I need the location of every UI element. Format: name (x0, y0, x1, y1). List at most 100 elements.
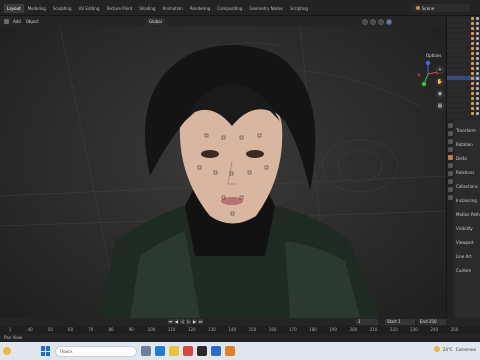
properties-section[interactable]: Rotation (456, 142, 473, 147)
visibility-eye-icon[interactable] (476, 87, 479, 90)
timeline-ruler[interactable]: 1 40 50 60 70 80 90 100 110 120 130 140 150 160 170 180… (0, 326, 480, 334)
top-menu-bar: Layout Modeling Sculpting UV Editing Texture… (0, 0, 480, 16)
jump-start-icon[interactable]: ⏮ (168, 319, 173, 324)
properties-section[interactable]: Custom (456, 268, 471, 273)
outliner-row[interactable] (447, 111, 480, 116)
data-tab-icon[interactable] (448, 187, 453, 192)
status-text: Pan View (4, 335, 22, 340)
object-tab-icon[interactable] (448, 155, 453, 160)
3d-viewport[interactable]: Options + ✋ ◉ ▦ (0, 26, 446, 318)
edge-icon[interactable] (155, 346, 165, 356)
weather-tray-icon (433, 346, 440, 352)
visibility-eye-icon[interactable] (476, 17, 479, 20)
workspace-tab[interactable]: UV Editing (76, 4, 103, 13)
visibility-eye-icon[interactable] (476, 77, 479, 80)
workspace-tab[interactable]: Rendering (187, 4, 213, 13)
visibility-eye-icon[interactable] (476, 62, 479, 65)
visibility-eye-icon[interactable] (476, 32, 479, 35)
scene-label: Scene (422, 5, 435, 11)
transform-orientation-dropdown[interactable]: Global (146, 18, 165, 25)
workspace-tab[interactable]: Texture Paint (103, 4, 135, 13)
chrome-icon[interactable] (183, 346, 193, 356)
visibility-eye-icon[interactable] (476, 57, 479, 60)
visibility-eye-icon[interactable] (476, 47, 479, 50)
taskbar-search-input[interactable]: Поиск (55, 345, 137, 357)
workspace-tab[interactable]: Shading (136, 4, 158, 13)
zoom-icon[interactable]: + (436, 66, 444, 74)
end-frame-field[interactable]: End 250 (418, 319, 446, 325)
properties-section[interactable]: Transform (456, 128, 476, 133)
app-icon[interactable] (197, 346, 207, 356)
render-tab-icon[interactable] (448, 131, 453, 136)
object-icon (471, 17, 474, 20)
editor-type-icon[interactable] (4, 18, 9, 24)
output-tab-icon[interactable] (448, 139, 453, 144)
scene-icon (416, 6, 420, 10)
pan-hand-icon[interactable]: ✋ (436, 78, 444, 86)
jump-end-icon[interactable]: ⏭ (198, 319, 203, 324)
options-dropdown[interactable]: Options (426, 53, 441, 58)
workspace-tabs: Layout Modeling Sculpting UV Editing Texture… (0, 0, 312, 16)
visibility-eye-icon[interactable] (476, 102, 479, 105)
visibility-eye-icon[interactable] (476, 97, 479, 100)
physics-tab-icon[interactable] (448, 171, 453, 176)
solid-shading-icon[interactable] (370, 18, 376, 25)
visibility-eye-icon[interactable] (476, 72, 479, 75)
prev-key-icon[interactable]: ◀ (174, 319, 179, 324)
task-view-icon[interactable] (141, 346, 151, 356)
properties-section[interactable]: Visibility (456, 226, 473, 231)
search-placeholder: Поиск (60, 348, 73, 354)
workspace-tab[interactable]: Geometry Nodes (246, 4, 286, 13)
properties-section[interactable]: Collections (456, 184, 478, 189)
constraint-tab-icon[interactable] (448, 179, 453, 184)
store-icon[interactable] (211, 346, 221, 356)
workspace-tab[interactable]: Scripting (287, 4, 311, 13)
visibility-eye-icon[interactable] (476, 22, 479, 25)
object-icon (471, 27, 474, 30)
visibility-eye-icon[interactable] (476, 27, 479, 30)
orientation-label: Global (149, 19, 162, 24)
current-frame-field[interactable]: 1 (356, 319, 378, 325)
visibility-eye-icon[interactable] (476, 107, 479, 110)
material-shading-icon[interactable] (378, 18, 384, 25)
object-menu[interactable]: Object (26, 19, 39, 24)
visibility-eye-icon[interactable] (476, 82, 479, 85)
object-icon (471, 77, 474, 80)
visibility-eye-icon[interactable] (476, 52, 479, 55)
blender-icon[interactable] (225, 346, 235, 356)
weather-widget[interactable] (3, 347, 11, 355)
properties-section[interactable]: Line Art (456, 254, 472, 259)
workspace-tab[interactable]: Modeling (25, 4, 49, 13)
properties-section[interactable]: Instancing (456, 198, 477, 203)
workspace-tab[interactable]: Layout (4, 3, 24, 13)
modifier-tab-icon[interactable] (448, 163, 453, 168)
visibility-eye-icon[interactable] (476, 37, 479, 40)
start-frame-field[interactable]: Start 1 (385, 319, 415, 325)
workspace-tab[interactable]: Animation (159, 4, 185, 13)
properties-section[interactable]: Viewport (456, 240, 474, 245)
explorer-icon[interactable] (169, 346, 179, 356)
wireframe-shading-icon[interactable] (362, 18, 368, 25)
material-tab-icon[interactable] (448, 195, 453, 200)
properties-section[interactable]: Relations (456, 170, 474, 175)
workspace-tab[interactable]: Sculpting (50, 4, 75, 13)
scene-tab-icon[interactable] (448, 147, 453, 152)
visibility-eye-icon[interactable] (476, 42, 479, 45)
visibility-eye-icon[interactable] (476, 67, 479, 70)
workspace-tab[interactable]: Compositing (214, 4, 245, 13)
rendered-shading-icon[interactable] (386, 18, 392, 25)
visibility-eye-icon[interactable] (476, 92, 479, 95)
tool-tab-icon[interactable] (448, 123, 453, 128)
properties-section[interactable]: Motion Paths (456, 212, 480, 217)
camera-view-icon[interactable]: ◉ (436, 90, 444, 98)
play-icon[interactable]: ▷ (186, 319, 191, 324)
ortho-toggle-icon[interactable]: ▦ (436, 102, 444, 110)
add-menu[interactable]: Add (13, 19, 21, 24)
visibility-eye-icon[interactable] (476, 112, 479, 115)
frame-tick-label: 130 (208, 327, 216, 332)
properties-section[interactable]: Delta (456, 156, 467, 161)
windows-start-icon[interactable] (41, 346, 51, 356)
next-key-icon[interactable]: ▶ (192, 319, 197, 324)
play-reverse-icon[interactable]: ◁ (180, 319, 185, 324)
scene-selector[interactable]: Scene (412, 4, 470, 12)
